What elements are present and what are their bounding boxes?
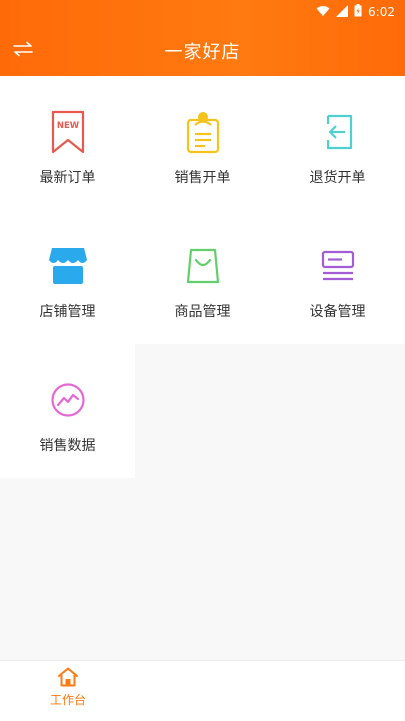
nav-item-workbench[interactable]: 工作台 [36,667,100,715]
status-bar: 6:02 [0,0,405,24]
battery-icon [354,4,362,20]
tile-device-management[interactable]: 设备管理 [270,210,405,344]
app-header: 6:02 一家好店 [0,0,405,76]
tile-label: 销售开单 [174,170,231,186]
tile-product-management[interactable]: 商品管理 [135,210,270,344]
tile-label: 销售数据 [39,438,96,454]
wifi-icon [316,5,330,20]
tile-return-order[interactable]: 退货开单 [270,76,405,210]
return-door-icon [326,114,352,150]
title-bar: 一家好店 [0,24,405,76]
new-badge-icon: NEW [51,110,84,154]
tile-label: 店铺管理 [39,304,96,320]
home-icon [58,667,78,687]
device-card-icon [321,250,354,281]
signal-icon [336,4,349,20]
clipboard-person-icon [186,112,219,154]
nav-item-label: 工作台 [49,693,86,707]
tile-store-management[interactable]: 店铺管理 [0,210,135,344]
tile-sales-data[interactable]: 销售数据 [0,344,135,478]
page-title: 一家好店 [164,42,241,63]
tile-label: 退货开单 [309,170,366,186]
bottom-nav: 工作台 [0,660,405,721]
status-icons: 6:02 [316,4,395,20]
store-awning-icon [48,248,87,284]
tile-label: 商品管理 [174,304,231,320]
status-time: 6:02 [368,5,395,19]
shopping-bag-icon [186,248,219,284]
trend-circle-icon [50,383,85,417]
new-badge-text: NEW [56,121,79,131]
tile-label: 最新订单 [39,170,96,186]
tile-sales-order[interactable]: 销售开单 [135,76,270,210]
tile-label: 设备管理 [309,304,366,320]
tile-latest-orders[interactable]: NEW 最新订单 [0,76,135,210]
